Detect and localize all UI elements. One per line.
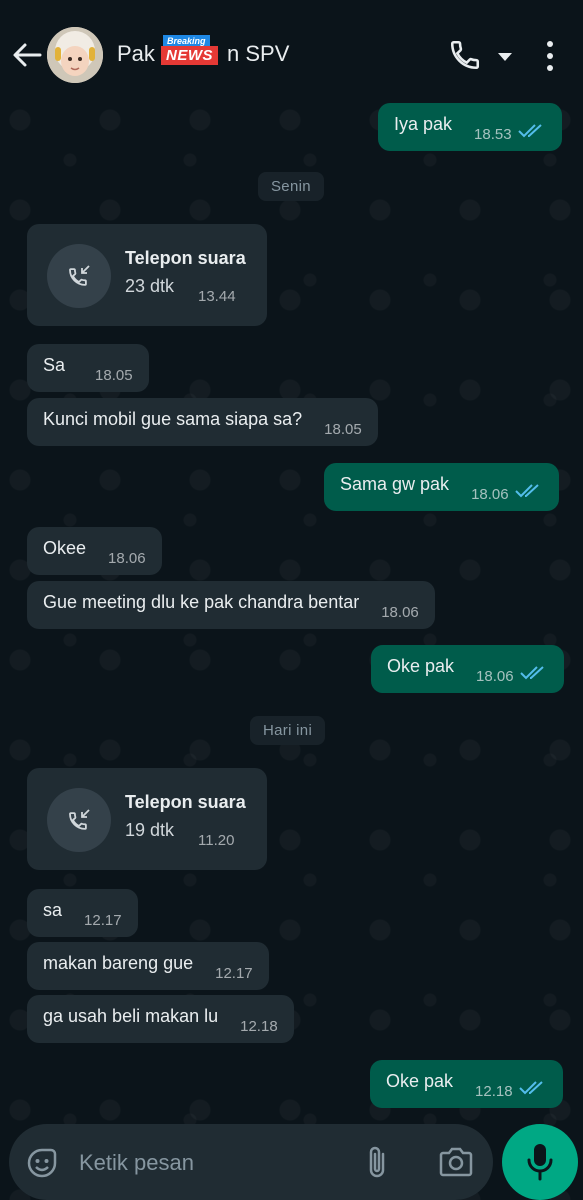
- message-incoming[interactable]: Gue meeting dlu ke pak chandra bentar 18.…: [27, 581, 435, 629]
- incoming-call-icon: [47, 788, 111, 852]
- message-text: Sama gw pak: [340, 474, 450, 494]
- caret-down-icon[interactable]: [497, 50, 513, 68]
- phone-icon[interactable]: [448, 38, 482, 77]
- message-text: Iya pak: [394, 114, 453, 134]
- message-outgoing[interactable]: Iya pak 18.53: [378, 103, 562, 151]
- message-text: Kunci mobil gue sama siapa sa?: [43, 409, 303, 429]
- message-time: 12.17: [215, 965, 253, 982]
- message-outgoing[interactable]: Oke pak 12.18: [370, 1060, 563, 1108]
- message-input[interactable]: Ketik pesan: [79, 1150, 194, 1176]
- message-time: 18.06: [471, 486, 509, 503]
- message-text: makan bareng gue: [43, 953, 194, 973]
- message-text: Oke pak: [387, 656, 455, 676]
- call-log-bubble[interactable]: Telepon suara 23 dtk 13.44: [27, 224, 267, 326]
- breaking-news-sticker: Breaking NEWS: [161, 35, 235, 69]
- double-check-icon: [517, 122, 546, 144]
- double-check-icon: [519, 664, 548, 686]
- date-separator: Hari ini: [250, 716, 326, 745]
- message-time: 18.06: [476, 668, 514, 685]
- message-time: 18.53: [474, 126, 512, 143]
- more-vertical-icon[interactable]: [538, 40, 562, 77]
- message-text: sa: [43, 900, 63, 920]
- message-time: 13.44: [198, 288, 236, 305]
- message-incoming[interactable]: makan bareng gue 12.17: [27, 942, 269, 990]
- microphone-icon: [526, 1142, 554, 1187]
- message-time: 12.18: [475, 1083, 513, 1100]
- message-incoming[interactable]: Okee 18.06: [27, 527, 162, 575]
- contact-avatar[interactable]: [47, 27, 103, 83]
- message-time: 11.20: [198, 832, 235, 849]
- news-label: NEWS: [161, 46, 218, 65]
- message-text: Oke pak: [386, 1071, 454, 1091]
- call-log-bubble[interactable]: Telepon suara 19 dtk 11.20: [27, 768, 267, 870]
- chat-header: Pak Breaking NEWS n SPV: [0, 0, 583, 100]
- message-text: Okee: [43, 538, 87, 558]
- message-incoming[interactable]: Kunci mobil gue sama siapa sa? 18.05: [27, 398, 378, 446]
- double-check-icon: [514, 482, 543, 504]
- message-text: Sa: [43, 355, 66, 375]
- message-incoming[interactable]: sa 12.17: [27, 889, 138, 937]
- message-incoming[interactable]: ga usah beli makan lu 12.18: [27, 995, 294, 1043]
- message-time: 18.05: [95, 367, 133, 384]
- emoji-sticker-icon[interactable]: [25, 1146, 59, 1185]
- contact-name-prefix: Pak: [117, 41, 155, 66]
- message-time: 18.05: [324, 421, 362, 438]
- voice-record-button[interactable]: [502, 1124, 578, 1200]
- back-arrow-icon[interactable]: [10, 38, 44, 72]
- message-text: ga usah beli makan lu: [43, 1006, 219, 1026]
- call-title: Telepon suara: [125, 792, 246, 812]
- message-time: 12.18: [240, 1018, 278, 1035]
- call-duration: 23 dtk: [125, 276, 175, 296]
- message-time: 18.06: [108, 550, 146, 567]
- message-incoming[interactable]: Sa 18.05: [27, 344, 149, 392]
- camera-icon[interactable]: [438, 1146, 474, 1183]
- double-check-icon: [518, 1079, 547, 1101]
- message-text: Gue meeting dlu ke pak chandra bentar: [43, 592, 360, 612]
- date-separator: Senin: [258, 172, 324, 201]
- message-outgoing[interactable]: Sama gw pak 18.06: [324, 463, 559, 511]
- contact-name-suffix: n SPV: [227, 41, 290, 66]
- paperclip-icon[interactable]: [365, 1144, 389, 1185]
- call-duration: 19 dtk: [125, 820, 175, 840]
- message-composer[interactable]: Ketik pesan: [9, 1124, 493, 1200]
- message-outgoing[interactable]: Oke pak 18.06: [371, 645, 564, 693]
- contact-name[interactable]: Pak Breaking NEWS n SPV: [117, 35, 289, 67]
- incoming-call-icon: [47, 244, 111, 308]
- message-time: 18.06: [381, 604, 419, 621]
- message-time: 12.17: [84, 912, 122, 929]
- call-title: Telepon suara: [125, 248, 246, 268]
